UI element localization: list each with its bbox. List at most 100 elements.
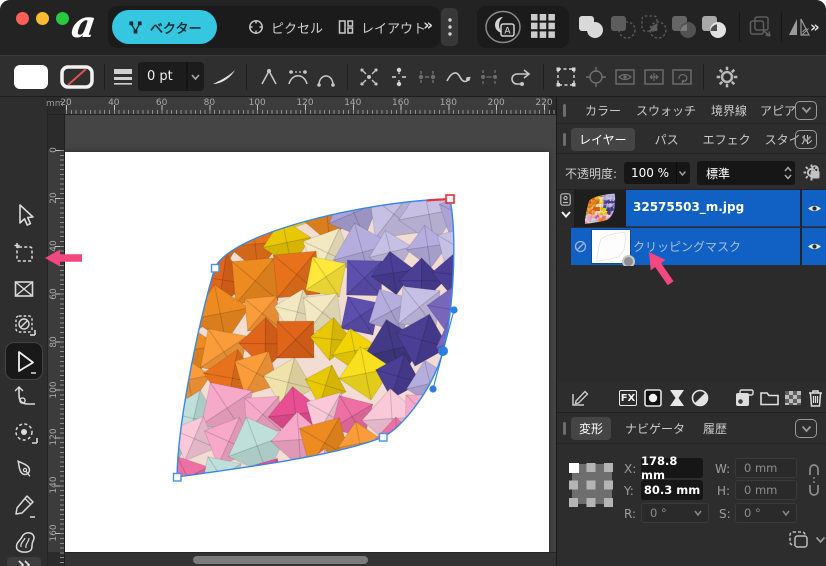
vertical-ruler[interactable]: 020406080100120140160 [48, 115, 65, 566]
delete-trash-icon[interactable] [808, 389, 823, 407]
pen-tool-icon[interactable] [13, 457, 37, 483]
opacity-combo[interactable]: 100 % [624, 162, 690, 184]
pressure-profile-icon[interactable] [210, 65, 238, 89]
bezier-handle-dot[interactable] [450, 306, 457, 313]
curve-node[interactable] [212, 265, 220, 273]
vector-crop-tool-icon[interactable] [13, 313, 37, 339]
clipped-image-object[interactable] [65, 115, 556, 566]
document-viewport[interactable] [65, 115, 556, 566]
horizontal-scrollbar[interactable] [65, 552, 556, 566]
horizontal-ruler[interactable]: 20406080100120140160180200220 [48, 97, 556, 115]
layer-visibility-cell[interactable] [800, 228, 826, 265]
panel-collapse-button[interactable] [795, 419, 817, 438]
boolean-divide-icon[interactable] [671, 15, 697, 39]
move-tool-icon[interactable] [13, 203, 35, 227]
node-tool-button-selected[interactable] [5, 342, 43, 380]
selected-node[interactable] [438, 346, 448, 356]
layer-name[interactable]: クリッピングマスク [633, 238, 741, 255]
grid-view-icon[interactable] [530, 13, 556, 39]
panel-drag-handle[interactable] [563, 104, 566, 117]
artboard-tool-icon[interactable] [13, 241, 35, 265]
panel-collapse-button[interactable] [795, 101, 817, 120]
flip-horizontal-icon[interactable] [788, 17, 810, 37]
transform-mode-button[interactable] [789, 531, 809, 548]
tab-swatches[interactable]: スウォッチ [636, 102, 696, 119]
curve-node[interactable] [380, 434, 388, 442]
expand-tools-button[interactable] [7, 557, 41, 566]
close-curve-icon[interactable] [388, 65, 410, 89]
tab-paths[interactable]: パス [655, 131, 679, 148]
corner-tool-icon[interactable] [13, 385, 37, 411]
transform-origin-icon[interactable] [584, 65, 608, 89]
convert-smooth-node-icon[interactable] [286, 65, 310, 89]
convert-smart-node-icon[interactable] [315, 65, 337, 89]
zoom-window-button[interactable] [56, 12, 69, 25]
expand-chevron-icon[interactable] [560, 210, 572, 219]
hide-selection-icon[interactable] [613, 65, 637, 89]
layer-thumbnail[interactable] [574, 190, 626, 227]
chevron-down-icon[interactable] [815, 536, 826, 544]
add-mask-checker-icon[interactable] [785, 391, 801, 405]
edit-all-layers-icon[interactable] [571, 389, 589, 407]
w-input[interactable]: 0 mm [735, 458, 797, 478]
tab-effects[interactable]: エフェク [703, 131, 751, 148]
ruler-unit-label[interactable]: mm [46, 99, 64, 109]
tab-navigator[interactable]: ナビゲータ [625, 420, 685, 437]
tab-transform[interactable]: 変形 [571, 417, 611, 440]
persona-overflow-chevron[interactable]: » [423, 16, 433, 34]
align-nodes-icon[interactable] [478, 65, 500, 89]
curve-node[interactable] [174, 474, 182, 482]
layer-visibility-cell[interactable] [800, 190, 826, 227]
layer-row-clipping-mask[interactable]: クリッピングマスク [557, 228, 826, 265]
transform-mode-icon[interactable] [554, 65, 578, 89]
anchor-top-left-selected[interactable] [569, 463, 579, 473]
boolean-combine-icon[interactable] [701, 15, 727, 39]
stroke-style-icon[interactable] [112, 65, 134, 89]
layer-effects-fx-button[interactable]: FX [619, 390, 637, 406]
mask-layer-icon[interactable] [644, 389, 662, 407]
boolean-subtract-icon[interactable] [610, 15, 636, 39]
rotate-with-object-icon[interactable] [670, 65, 694, 89]
convert-sharp-node-icon[interactable] [258, 65, 280, 89]
bezier-handle-dot[interactable] [429, 385, 436, 392]
tab-color[interactable]: カラー [585, 102, 621, 119]
tab-history[interactable]: 履歴 [703, 420, 727, 437]
layer-row-image[interactable]: 32575503_m.jpg [557, 190, 826, 227]
rotation-input[interactable]: 0 ° [641, 503, 709, 523]
add-group-folder-icon[interactable] [760, 390, 779, 406]
tab-layers[interactable]: レイヤー [571, 128, 635, 151]
shear-input[interactable]: 0 ° [735, 503, 797, 523]
panel-collapse-button[interactable] [795, 130, 817, 149]
curve-node-red[interactable] [446, 195, 454, 203]
h-input[interactable]: 0 mm [735, 480, 797, 500]
persona-vector[interactable]: ベクター [112, 10, 217, 44]
x-input[interactable]: 178.8 mm [641, 458, 703, 478]
picture-frame-tool-icon[interactable] [13, 277, 35, 301]
pencil-tool-icon[interactable] [13, 493, 37, 519]
mask-thumbnail[interactable] [591, 229, 631, 264]
boolean-add-icon[interactable] [578, 15, 604, 39]
reverse-curve-icon[interactable] [508, 65, 534, 89]
vector-brush-tool-icon[interactable] [13, 529, 39, 555]
scale-with-object-icon[interactable] [642, 65, 666, 89]
panel-drag-handle[interactable] [563, 422, 566, 435]
tab-appearance[interactable]: アピア [760, 102, 796, 119]
settings-gear-icon[interactable] [716, 66, 738, 88]
stroke-swatch[interactable] [60, 65, 94, 89]
toolbar-more-button[interactable] [441, 8, 458, 46]
persona-pixel[interactable]: ピクセル [236, 10, 335, 44]
preview-mode-icon[interactable]: A [484, 10, 522, 44]
persona-layout[interactable]: レイアウト [326, 10, 438, 44]
live-filter-icon[interactable] [691, 389, 709, 407]
y-input[interactable]: 80.3 mm [641, 480, 703, 500]
point-transform-tool-icon[interactable] [13, 421, 39, 447]
panel-drag-handle[interactable] [563, 133, 566, 146]
layers-list-empty-area[interactable] [557, 266, 826, 382]
link-dimensions-icon[interactable] [808, 463, 820, 497]
minimize-window-button[interactable] [36, 12, 49, 25]
blend-mode-select[interactable]: 標準 [697, 161, 795, 185]
adjustment-layer-icon[interactable] [669, 389, 685, 407]
lock-icon[interactable] [808, 164, 822, 181]
toolbar-overflow-chevron[interactable]: » [810, 18, 820, 36]
tab-stroke[interactable]: 境界線 [711, 102, 747, 119]
